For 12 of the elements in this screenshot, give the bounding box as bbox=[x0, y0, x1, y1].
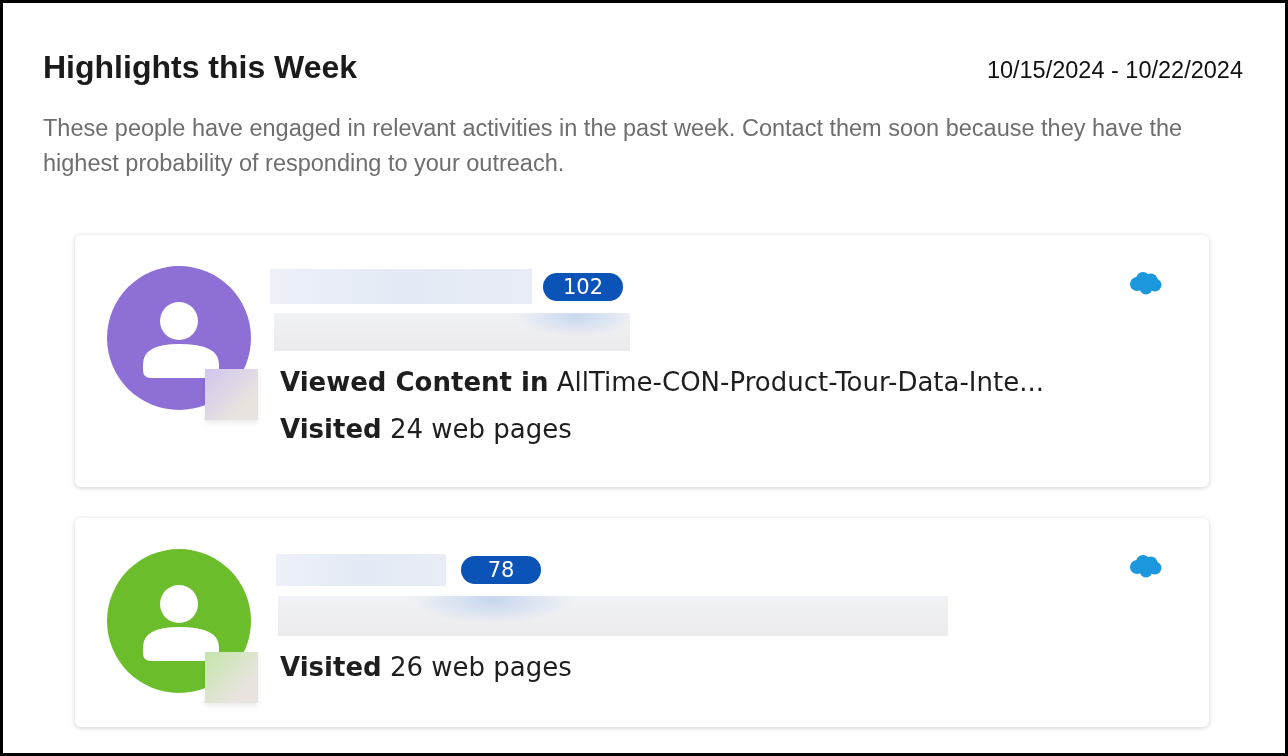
description-text: These people have engaged in relevant activities in the past week. Contact them soon because they have the highest probability of responding to your outreach. bbox=[43, 114, 1184, 178]
activity-text: Visited 26 web pages bbox=[280, 651, 573, 684]
blurred-logo-tile bbox=[205, 369, 258, 420]
activity-text: Visited 24 web pages bbox=[280, 413, 573, 446]
activity-text: Viewed Content in AllTime-CON-Product-Tour-Data-Inte... bbox=[280, 366, 1045, 399]
score-badge: 78 bbox=[461, 555, 541, 584]
score-badge: 102 bbox=[543, 272, 623, 301]
cloud-icon bbox=[1128, 271, 1162, 295]
section-title: Highlights this Week bbox=[43, 50, 358, 84]
blurred-logo-tile bbox=[205, 652, 258, 703]
date-range: 10/15/2024 - 10/22/2024 bbox=[986, 57, 1243, 84]
cloud-icon bbox=[1128, 554, 1162, 578]
